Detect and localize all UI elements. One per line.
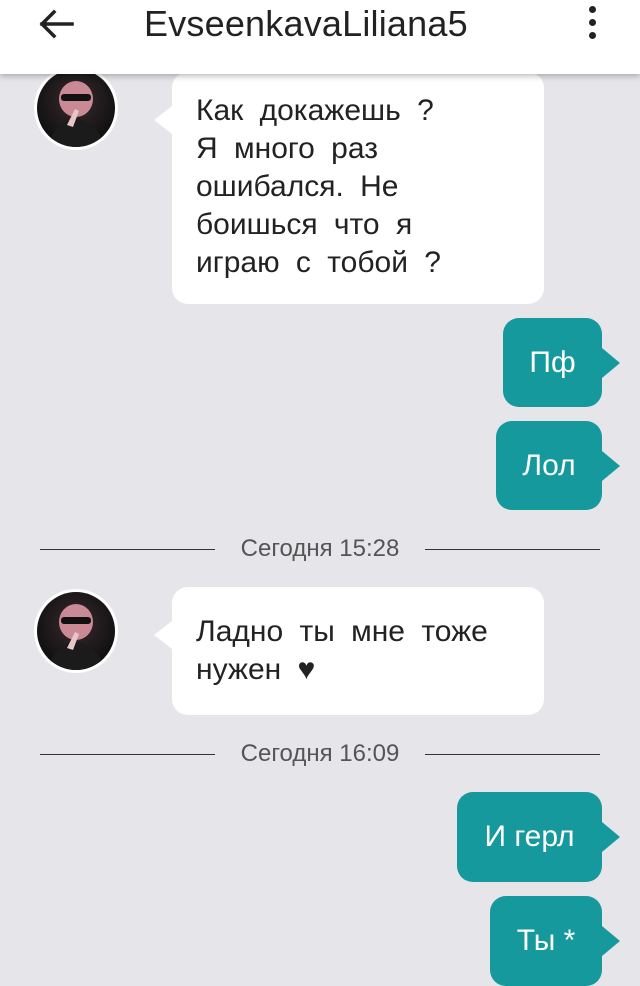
chat-title: EvseenkavaLiliana5 (144, 3, 468, 44)
date-divider-label: Сегодня 15:28 (240, 535, 400, 562)
avatar[interactable] (34, 589, 118, 673)
more-options-button[interactable] (574, 0, 610, 44)
date-divider-label: Сегодня 16:09 (240, 740, 400, 767)
back-button[interactable] (30, 2, 82, 46)
message-text: И герл (484, 820, 575, 853)
message-text: Ты * (516, 924, 576, 957)
more-vertical-icon (588, 5, 596, 13)
outgoing-message: Лол (496, 421, 620, 510)
message-text: Ладно ты мне тоже нужен ♥ (196, 615, 488, 686)
outgoing-message: Ты * (490, 896, 620, 986)
outgoing-message: И герл (457, 792, 620, 882)
avatar[interactable] (34, 66, 118, 150)
arrow-left-icon (39, 9, 74, 39)
chat-header: EvseenkavaLiliana5 (0, 0, 640, 74)
incoming-message: Ладно ты мне тоже нужен ♥ (154, 587, 544, 715)
avatar-image (37, 69, 115, 147)
date-divider: Сегодня 16:09 (40, 739, 600, 769)
avatar-image (37, 592, 115, 670)
message-text: Как докажешь ? Я много раз ошибался. Не … (196, 94, 441, 279)
incoming-message: Как докажешь ? Я много раз ошибался. Не … (154, 72, 544, 304)
date-divider: Сегодня 15:28 (40, 534, 600, 564)
message-text: Лол (522, 448, 576, 482)
message-text: Пф (529, 345, 576, 379)
outgoing-message: Пф (503, 318, 620, 407)
